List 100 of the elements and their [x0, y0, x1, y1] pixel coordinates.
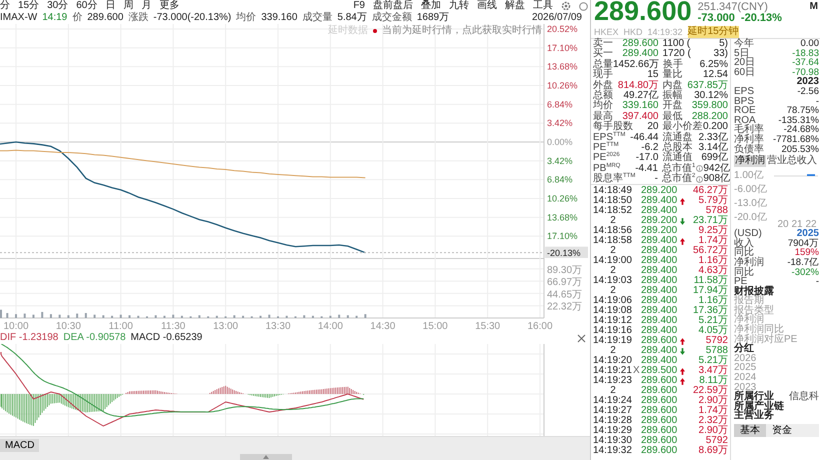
circle-icon[interactable]	[579, 2, 588, 10]
settings-icon[interactable]	[561, 1, 571, 11]
trade-price: 289.400	[641, 356, 678, 366]
volume-bar	[286, 316, 288, 318]
trade-volume: 1.16万	[698, 296, 728, 306]
trade-price: 289.400	[641, 256, 678, 266]
volume-bar	[338, 314, 340, 318]
trade-price: 289.200	[641, 186, 678, 196]
percent-change: -20.13%	[740, 13, 782, 24]
volume-bar	[303, 315, 306, 318]
period-tab[interactable]: 15分	[18, 0, 40, 12]
section-title: 财报披露	[734, 286, 774, 296]
trade-volume: 3.47万	[698, 366, 728, 376]
volume-bar	[356, 316, 358, 318]
stat-label: 最小价差	[662, 122, 702, 132]
trade-time: 14:19:32	[593, 446, 633, 456]
stat-value: 699亿	[701, 153, 728, 164]
trade-price: 289.600	[641, 386, 678, 396]
toolbar-button[interactable]: 工具	[533, 0, 553, 12]
stat-value: 2.33亿	[698, 132, 728, 143]
trade-volume: 5792	[704, 336, 728, 346]
field-value: 1689万	[416, 12, 450, 24]
return-value: -70.98	[792, 68, 819, 78]
axis-label: 10.26%	[547, 194, 578, 204]
stat-label: 均价	[593, 101, 613, 112]
axis-label: 13:30	[265, 321, 291, 332]
stat-value: 397.400	[622, 112, 658, 122]
period-tab[interactable]: 月	[141, 0, 152, 12]
toolbar-button[interactable]: 叠加	[421, 0, 441, 12]
stat-label: 最低	[662, 112, 682, 122]
volume-bar	[111, 316, 114, 318]
axis-label: 66.97万	[547, 277, 582, 288]
axis-label: 11:30	[161, 321, 186, 332]
section-title: 分红	[734, 344, 754, 354]
quote-label: 卖一	[593, 39, 613, 49]
notice-link[interactable]: 当前为延时行情，点此获取实时行情	[382, 25, 542, 36]
header-text: M	[810, 1, 818, 12]
order-count: 5)	[719, 39, 728, 49]
trade-time: 2	[610, 246, 616, 256]
axis-label: 0.00%	[547, 137, 573, 147]
stat-value: 20	[647, 122, 658, 133]
axis-label: 17.10%	[547, 42, 578, 53]
toolbar-button[interactable]: 九转	[449, 0, 469, 12]
period-tab[interactable]: 30分	[47, 0, 68, 12]
trade-time: 14:19:12	[593, 316, 633, 326]
quote-price: 289.600	[622, 39, 658, 49]
trade-volume: 17.94万	[692, 286, 728, 296]
axis-label: 1.00亿	[734, 170, 764, 182]
quote-time: 14:19	[42, 12, 68, 24]
finance-value: -302%	[792, 268, 819, 278]
scroll-handle[interactable]	[240, 454, 292, 460]
finance-label: 同比	[734, 248, 754, 258]
finance-value: -	[816, 277, 819, 287]
indicator-tab[interactable]: MACD	[0, 439, 40, 452]
trade-price: 289.600	[641, 426, 678, 436]
stat-label: 股息率$^{TTM}$	[593, 174, 636, 184]
stat-label: 流通盘	[662, 132, 692, 143]
axis-label: 14:30	[370, 321, 396, 332]
chart-tab[interactable]: 营业总收入	[766, 155, 818, 168]
trade-price: 289.400	[641, 276, 678, 286]
toolbar-button[interactable]: F9	[353, 0, 365, 12]
stat-label: 内盘	[662, 80, 682, 91]
trade-volume: 1.74万	[698, 236, 728, 246]
finance-label: 净利润	[734, 258, 764, 268]
volume-bar	[268, 314, 270, 318]
stat-value: 30.12%	[694, 90, 728, 101]
period-tab[interactable]: 日	[105, 0, 116, 12]
ratio-label: BPS	[734, 96, 754, 106]
trade-time: 2	[610, 346, 616, 356]
dot-icon	[373, 28, 377, 32]
chart-tab[interactable]: 净利润	[734, 155, 766, 168]
stat-label: 换手	[663, 60, 683, 70]
axis-label: 6.84%	[547, 174, 573, 185]
volume-bar	[260, 316, 262, 318]
trade-price: 289.400	[641, 266, 678, 276]
trade-price: 289.400	[641, 286, 678, 296]
last-price: 289.600	[594, 0, 692, 24]
period-tab[interactable]: 分	[0, 0, 10, 12]
trade-price: 289.600	[641, 396, 678, 406]
field-label: 均价	[236, 12, 256, 24]
period-tab[interactable]: 更多	[159, 0, 180, 12]
close-icon[interactable]	[577, 334, 586, 342]
trade-volume: 2.90万	[698, 396, 728, 406]
volume-bar	[154, 315, 157, 318]
trade-price: 289.500	[641, 366, 678, 376]
return-label: 今年	[734, 39, 754, 49]
toolbar-button[interactable]: 解盘	[505, 0, 525, 12]
period-tab[interactable]: 60分	[76, 0, 98, 12]
trade-volume: 5788	[706, 346, 728, 356]
panel-tab[interactable]: 基本	[734, 424, 766, 437]
toolbar-button[interactable]: 画线	[477, 0, 497, 12]
return-value: -18.83	[792, 48, 819, 58]
trade-time: 14:19:16	[593, 326, 633, 336]
ratio-label: 负债率	[734, 144, 764, 154]
period-tab[interactable]: 周	[123, 0, 134, 12]
toolbar-button[interactable]: 盘前盘后	[373, 0, 413, 12]
ratio-label: ROE	[734, 106, 756, 116]
ratio-value: -135.31%	[778, 116, 819, 126]
finance-label: 收入	[734, 238, 754, 248]
trade-price: 289.200	[641, 226, 678, 236]
